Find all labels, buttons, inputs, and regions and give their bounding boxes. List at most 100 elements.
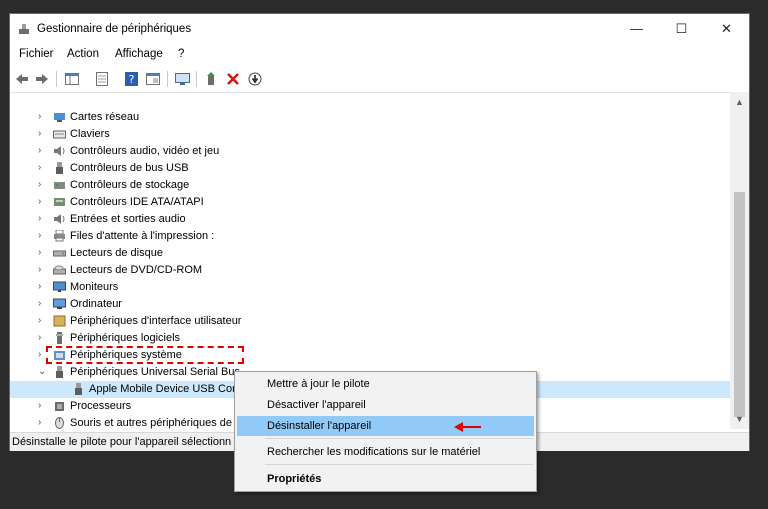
toolbar: ? <box>10 68 749 90</box>
printer-icon <box>54 230 65 242</box>
chevron-right-icon[interactable]: › <box>38 214 48 224</box>
back-icon[interactable] <box>14 71 30 87</box>
hid-icon <box>53 315 66 327</box>
tree-item-label: Périphériques d'interface utilisateur <box>70 315 242 327</box>
tree-item-label: Ordinateur <box>70 298 122 310</box>
usb-icon <box>56 162 63 174</box>
processor-icon <box>55 402 64 411</box>
menu-bar: Fichier Action Affichage ? <box>10 46 749 64</box>
tree-item-label: Lecteurs de DVD/CD-ROM <box>70 264 203 276</box>
disk-drive-icon <box>53 250 66 257</box>
menu-update-driver[interactable]: Mettre à jour le pilote <box>237 374 534 394</box>
tree-category-item[interactable]: › Contrôleurs de bus USB <box>10 160 730 177</box>
tree-item-label: Claviers <box>70 128 110 140</box>
menu-action[interactable]: Action <box>67 48 99 60</box>
chevron-right-icon[interactable]: › <box>38 112 48 122</box>
menu-affichage[interactable]: Affichage <box>115 48 163 60</box>
tree-category-item[interactable]: › Claviers <box>10 126 730 143</box>
menu-scan-changes[interactable]: Rechercher les modifications sur le maté… <box>237 442 534 462</box>
chevron-right-icon[interactable]: › <box>38 163 48 173</box>
console-view-icon[interactable] <box>145 71 161 87</box>
device-manager-icon <box>19 24 29 34</box>
computer-icon <box>53 298 66 309</box>
tree-item-label: Moniteurs <box>70 281 119 293</box>
tree-category-item[interactable]: › Périphériques logiciels <box>10 330 730 347</box>
tree-category-item[interactable]: › Cartes réseau <box>10 109 730 126</box>
scroll-up-icon[interactable]: ▲ <box>730 94 749 110</box>
chevron-right-icon[interactable]: › <box>38 333 48 343</box>
menu-separator <box>265 438 533 439</box>
tree-category-item[interactable]: › Moniteurs <box>10 279 730 296</box>
status-text: Désinstalle le pilote pour l'appareil sé… <box>12 436 232 448</box>
tree-category-item[interactable]: › Contrôleurs de stockage <box>10 177 730 194</box>
scroll-down-icon[interactable]: ▼ <box>730 411 749 427</box>
chevron-right-icon[interactable]: › <box>38 146 48 156</box>
tree-category-item[interactable]: › Contrôleurs audio, vidéo et jeu <box>10 143 730 160</box>
minimize-button[interactable]: — <box>614 14 659 44</box>
chevron-right-icon[interactable]: › <box>38 282 48 292</box>
dvd-icon <box>53 265 66 275</box>
tree-category-item[interactable]: › Lecteurs de DVD/CD-ROM <box>10 262 730 279</box>
chevron-right-icon[interactable]: › <box>38 248 48 258</box>
tree-category-item[interactable]: › Files d'attente à l'impression : <box>10 228 730 245</box>
vertical-scrollbar[interactable]: ▲ ▼ <box>730 92 749 429</box>
tree-item-label: Cartes réseau <box>70 111 140 123</box>
tree-item-label: Lecteurs de disque <box>70 247 163 259</box>
software-device-icon <box>56 332 63 344</box>
chevron-right-icon[interactable]: › <box>38 231 48 241</box>
usb-icon <box>75 383 82 395</box>
chevron-right-icon[interactable]: › <box>38 129 48 139</box>
properties-sheet-icon[interactable] <box>94 71 110 87</box>
tree-item-label: Contrôleurs IDE ATA/ATAPI <box>70 196 204 208</box>
tree-item-label: Entrées et sorties audio <box>70 213 186 225</box>
scan-hardware-icon[interactable] <box>174 71 190 87</box>
speaker-icon <box>54 214 65 224</box>
svg-text:?: ? <box>128 73 134 86</box>
forward-icon[interactable] <box>34 71 50 87</box>
chevron-right-icon[interactable]: › <box>38 265 48 275</box>
menu-help[interactable]: ? <box>178 48 184 60</box>
show-hide-console-tree-icon[interactable] <box>64 71 80 87</box>
ide-controller-icon <box>54 198 65 206</box>
chevron-down-icon[interactable]: ⌄ <box>38 367 48 377</box>
menu-uninstall-device[interactable]: Désinstaller l'appareil <box>237 416 534 436</box>
maximize-button[interactable]: ☐ <box>659 14 704 44</box>
tree-item-label: Contrôleurs de bus USB <box>70 162 189 174</box>
menu-properties[interactable]: Propriétés <box>237 469 534 489</box>
keyboard-icon <box>53 130 66 139</box>
tree-category-item[interactable]: › Ordinateur <box>10 296 730 313</box>
tree-item-label: Apple Mobile Device USB Cor <box>89 383 236 395</box>
window-title: Gestionnaire de périphériques <box>37 23 192 35</box>
chevron-right-icon[interactable]: › <box>38 197 48 207</box>
annotation-highlight-box <box>46 346 244 364</box>
tree-category-item[interactable]: › Lecteurs de disque <box>10 245 730 262</box>
tree-category-item[interactable]: › Contrôleurs IDE ATA/ATAPI <box>10 194 730 211</box>
chevron-right-icon[interactable]: › <box>38 180 48 190</box>
chevron-right-icon[interactable]: › <box>38 401 48 411</box>
monitor-icon <box>53 281 66 292</box>
usb-icon <box>56 366 63 378</box>
help-icon[interactable]: ? <box>123 71 139 87</box>
chevron-right-icon[interactable]: › <box>38 418 48 428</box>
tree-item-label: Files d'attente à l'impression : <box>70 230 215 242</box>
menu-separator <box>265 464 533 465</box>
chevron-right-icon[interactable]: › <box>38 316 48 326</box>
tree-category-item[interactable]: › Périphériques d'interface utilisateur <box>10 313 730 330</box>
context-menu: Mettre à jour le pilote Désactiver l'app… <box>234 371 537 492</box>
tree-category-item[interactable]: › Entrées et sorties audio <box>10 211 730 228</box>
tree-item-label: Périphériques Universal Serial Bus <box>70 366 240 378</box>
update-driver-icon[interactable] <box>203 71 219 87</box>
disable-device-icon[interactable] <box>247 71 263 87</box>
close-button[interactable]: ✕ <box>704 14 749 44</box>
toolbar-separator <box>56 71 57 87</box>
tree-item-label: Souris et autres périphériques de <box>70 417 233 429</box>
storage-controller-icon <box>54 182 65 189</box>
tree-item-label: Périphériques logiciels <box>70 332 181 344</box>
menu-disable-device[interactable]: Désactiver l'appareil <box>237 395 534 415</box>
scrollbar-thumb[interactable] <box>734 192 745 417</box>
toolbar-separator <box>196 71 197 87</box>
chevron-right-icon[interactable]: › <box>38 299 48 309</box>
uninstall-device-icon[interactable] <box>225 71 241 87</box>
title-bar: Gestionnaire de périphériques — ☐ ✕ <box>10 14 749 44</box>
menu-fichier[interactable]: Fichier <box>19 48 54 60</box>
